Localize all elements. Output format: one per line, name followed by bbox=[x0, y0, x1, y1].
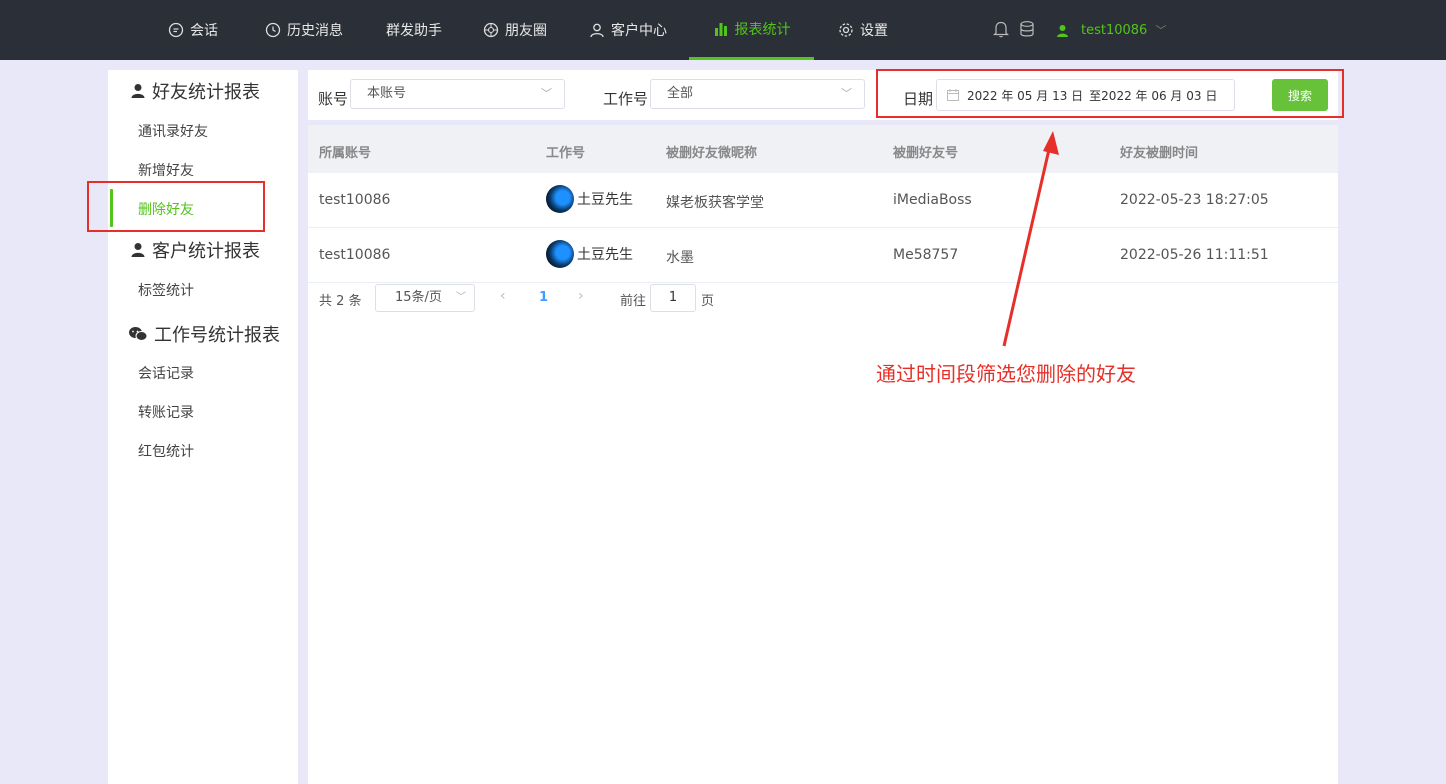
bell-icon[interactable] bbox=[993, 20, 1009, 38]
clock-icon bbox=[265, 22, 281, 38]
sidebar-group-workers: 工作号统计报表 bbox=[128, 321, 280, 347]
aperture-icon bbox=[483, 22, 499, 38]
nav-item-customers[interactable]: 客户中心 bbox=[589, 0, 667, 60]
nav-item-history[interactable]: 历史消息 bbox=[265, 0, 343, 60]
nav-item-label: 设置 bbox=[860, 23, 888, 39]
wechat-icon bbox=[128, 326, 148, 342]
column-header[interactable]: 工作号 bbox=[546, 142, 585, 161]
top-navbar: 会话 历史消息 群发助手 朋友圈 客户中心 报表统计 设置 test10086 … bbox=[0, 0, 1446, 60]
worker-select-value: 全部 bbox=[667, 86, 694, 101]
nav-item-label: 报表统计 bbox=[734, 21, 791, 38]
worker-label: 工作号 bbox=[603, 90, 649, 108]
column-header[interactable]: 被删好友号 bbox=[893, 142, 958, 161]
user-icon bbox=[130, 242, 146, 258]
avatar bbox=[546, 185, 574, 213]
sidebar-group-title: 工作号统计报表 bbox=[154, 325, 280, 346]
table-row[interactable]: test10086 土豆先生 水墨 Me58757 2022-05-26 11:… bbox=[308, 228, 1338, 283]
sidebar-item-tag-stats[interactable]: 标签统计 bbox=[138, 280, 194, 300]
user-menu[interactable]: test10086 ﹀ bbox=[1056, 0, 1166, 60]
avatar bbox=[546, 240, 574, 268]
chevron-down-icon: ﹀ bbox=[456, 292, 466, 303]
annotation-text: 通过时间段筛选您删除的好友 bbox=[876, 362, 1136, 386]
goto-label: 前往 bbox=[620, 294, 647, 309]
chevron-down-icon: ﹀ bbox=[841, 87, 852, 100]
nav-item-settings[interactable]: 设置 bbox=[838, 0, 888, 60]
pagination: 共 2 条 15条/页 ﹀ ‹ 1 › 前往 1 页 bbox=[308, 284, 1338, 314]
cell-time: 2022-05-26 11:11:51 bbox=[1120, 247, 1269, 263]
worker-name: 土豆先生 bbox=[577, 247, 633, 263]
worker-name: 土豆先生 bbox=[577, 192, 633, 208]
sidebar-group-title: 客户统计报表 bbox=[152, 241, 260, 262]
sidebar-item-transfer-records[interactable]: 转账记录 bbox=[138, 402, 194, 422]
nav-item-moments[interactable]: 朋友圈 bbox=[483, 0, 547, 60]
sidebar-group-title: 好友统计报表 bbox=[152, 82, 260, 103]
nav-item-broadcast[interactable]: 群发助手 bbox=[386, 0, 442, 60]
user-icon bbox=[130, 83, 146, 99]
main-panel: 所属账号 工作号 被删好友微昵称 被删好友号 好友被删时间 test10086 … bbox=[308, 125, 1338, 784]
chevron-right-icon[interactable]: › bbox=[578, 288, 584, 304]
highlight-box-sidebar bbox=[87, 181, 265, 232]
page-number-current[interactable]: 1 bbox=[539, 290, 548, 305]
table-row[interactable]: test10086 土豆先生 媒老板获客学堂 iMediaBoss 2022-0… bbox=[308, 173, 1338, 228]
database-icon[interactable] bbox=[1019, 20, 1035, 38]
cell-nickname: 水墨 bbox=[666, 250, 694, 266]
cell-nickname: 媒老板获客学堂 bbox=[666, 195, 764, 211]
cell-account: test10086 bbox=[319, 247, 391, 263]
sidebar: 好友统计报表 通讯录好友 新增好友 删除好友 客户统计报表 标签统计 工作号统计… bbox=[108, 70, 298, 784]
chevron-left-icon[interactable]: ‹ bbox=[500, 288, 506, 304]
page-size-select[interactable]: 15条/页 ﹀ bbox=[375, 284, 475, 312]
nav-item-label: 客户中心 bbox=[611, 23, 667, 39]
account-select-value: 本账号 bbox=[367, 86, 407, 101]
username: test10086 bbox=[1081, 22, 1148, 38]
sidebar-item-redpacket-stats[interactable]: 红包统计 bbox=[138, 441, 194, 461]
table-header: 所属账号 工作号 被删好友微昵称 被删好友号 好友被删时间 bbox=[308, 125, 1338, 173]
page-suffix: 页 bbox=[701, 294, 715, 309]
cell-friend-id: Me58757 bbox=[893, 247, 959, 263]
worker-select[interactable]: 全部 ﹀ bbox=[650, 79, 865, 109]
cell-time: 2022-05-23 18:27:05 bbox=[1120, 192, 1269, 208]
highlight-box-date bbox=[876, 69, 1344, 118]
account-label: 账号 bbox=[318, 90, 349, 108]
column-header[interactable]: 所属账号 bbox=[319, 142, 371, 161]
nav-item-label: 朋友圈 bbox=[505, 23, 547, 39]
chevron-down-icon: ﹀ bbox=[1155, 24, 1167, 37]
column-header[interactable]: 被删好友微昵称 bbox=[666, 142, 757, 161]
pagination-total: 共 2 条 bbox=[319, 294, 362, 309]
nav-item-label: 群发助手 bbox=[386, 23, 442, 39]
gear-icon bbox=[838, 22, 854, 38]
nav-item-chat[interactable]: 会话 bbox=[168, 0, 218, 60]
column-header[interactable]: 好友被删时间 bbox=[1120, 142, 1198, 161]
bar-chart-icon bbox=[713, 21, 729, 37]
sidebar-group-friends: 好友统计报表 bbox=[130, 78, 260, 104]
account-select[interactable]: 本账号 ﹀ bbox=[350, 79, 565, 109]
nav-item-reports[interactable]: 报表统计 bbox=[689, 0, 814, 60]
goto-page-input[interactable]: 1 bbox=[650, 284, 696, 312]
chevron-down-icon: ﹀ bbox=[541, 87, 552, 100]
user-outline-icon bbox=[589, 22, 605, 38]
sidebar-item-chat-records[interactable]: 会话记录 bbox=[138, 363, 194, 383]
nav-item-label: 历史消息 bbox=[287, 23, 343, 39]
page-size-value: 15条/页 bbox=[395, 290, 442, 305]
cell-worker: 土豆先生 bbox=[546, 185, 633, 213]
nav-item-label: 会话 bbox=[190, 23, 218, 39]
sidebar-item-contacts-friends[interactable]: 通讯录好友 bbox=[138, 121, 208, 141]
cell-account: test10086 bbox=[319, 192, 391, 208]
sidebar-item-new-friends[interactable]: 新增好友 bbox=[138, 160, 194, 180]
cell-worker: 土豆先生 bbox=[546, 240, 633, 268]
sidebar-group-customers: 客户统计报表 bbox=[130, 237, 260, 263]
cell-friend-id: iMediaBoss bbox=[893, 192, 972, 208]
user-icon bbox=[1057, 24, 1068, 37]
chat-icon bbox=[168, 22, 184, 38]
